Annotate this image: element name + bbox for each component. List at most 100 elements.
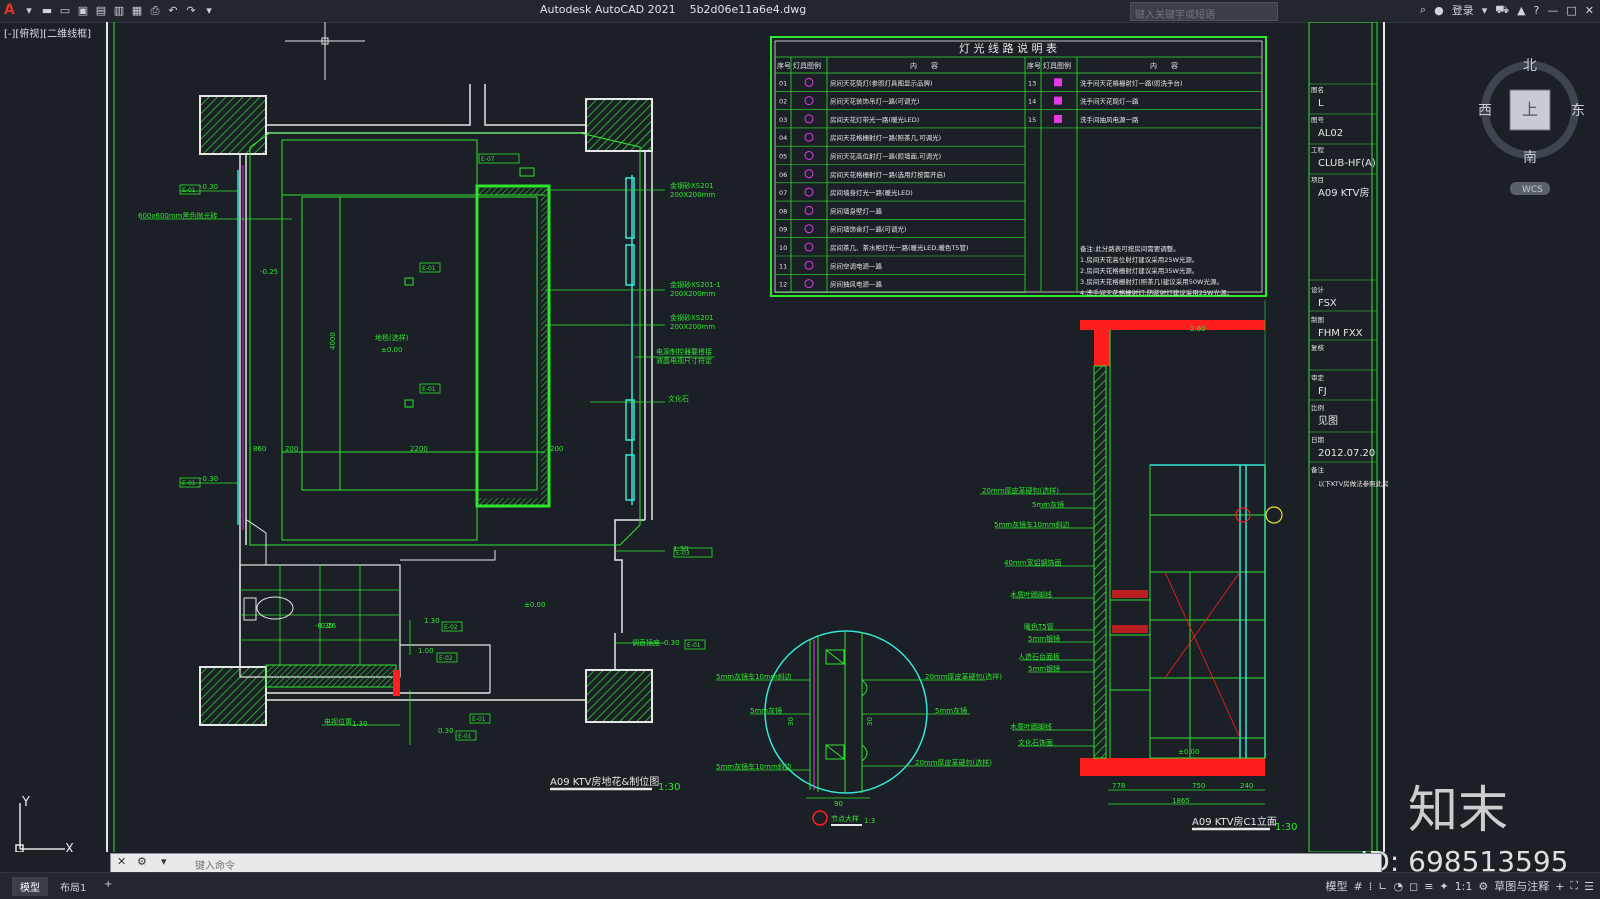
plot-icon[interactable]: ▦ [130,4,144,18]
table-row-number: 13 [1028,79,1036,87]
ucs-y-label: Y [21,795,30,810]
user-icon[interactable]: ● [1434,4,1444,17]
tab-layout1[interactable]: 布局1 [52,877,94,896]
window-controls: ⌕ ● 登录 ▾ ⛟ ▲ ? — □ ✕ [1420,2,1594,18]
table-row-content: 房间墙身灯光一路(暖光LED) [830,188,913,197]
redo-icon[interactable]: ↷ [184,4,198,18]
plan-label: 电视位置 [324,717,352,726]
app-icon[interactable]: ▲ [1517,4,1525,17]
plan-dim: 200 [550,445,563,453]
model-space-button[interactable]: 模型 [1326,878,1348,894]
status-toolbar: 模型 # ⁞ ∟ ◔ ◻ ≡ ✦ 1:1 ⚙ 草图与注释 + ⛶ ☰ [1326,878,1595,894]
add-layout-icon[interactable]: + [96,877,120,892]
detail-title: 节点大样 [831,814,859,823]
table-row-content: 洗手间天花筒灯一路 [1080,97,1139,106]
table-row-number: 01 [779,79,787,87]
tag: E-07 [481,156,495,163]
table-header: 序号 [1027,61,1041,70]
outlet-icon [404,277,414,286]
lighting-table: 灯 光 线 路 说 明 表 序号 灯具图例 内 容 序号 灯具图例 内 容 01… [770,36,1267,297]
polar-icon[interactable]: ◔ [1393,880,1403,893]
table-row-content: 房间天花筒灯(参照灯具图显示品牌) [830,78,933,87]
wrench-icon[interactable]: ⚙ [137,855,147,868]
gear-icon[interactable]: ⚙ [1478,880,1488,893]
plan-label: 金钢砂XS201-1 [670,280,721,289]
search-box[interactable] [1130,2,1279,23]
table-row-content: 房间天花高位射灯一路(照墙面,可调光) [830,152,941,161]
fullscreen-icon[interactable]: ⛶ [1570,879,1578,893]
light-symbol-icon [1054,78,1062,87]
plan-level: 1.00 [418,647,434,655]
menu-icon[interactable]: ☰ [1584,880,1594,893]
column-top-left [199,95,267,155]
tab-model[interactable]: 模型 [12,877,48,896]
workspace-button[interactable]: 草图与注释 [1494,878,1549,894]
plan-title: A09 KTV房地花&制位图 [550,775,659,788]
titleblock-label: 图号 [1311,116,1325,124]
login-link[interactable]: 登录 [1452,2,1474,18]
maximize-icon[interactable]: □ [1566,4,1576,17]
minimize-icon[interactable]: — [1547,4,1558,17]
drawing-canvas[interactable]: Y X 600x600mm黑色抛光砖 地毯(选样) ±0.00 金钢砂XS201… [0,22,1600,852]
print-icon[interactable]: ⎙ [148,4,162,18]
plan-label: 文化石 [668,394,689,403]
snap-icon[interactable]: ⁞ [1369,880,1373,893]
column-bottom-left [199,666,267,726]
light-symbol-icon [804,96,814,106]
titleblock-value: L [1318,98,1324,109]
exchange-icon[interactable]: ⛟ [1495,3,1509,18]
tv-wall-hatch [541,190,547,500]
detail-dim: 90 [834,800,843,808]
tag: E-01 [182,187,196,194]
detail-scale: 1:3 [864,817,875,825]
publish-icon[interactable]: ▥ [112,4,126,18]
plan-scale: 1:30 [658,782,680,793]
elev-label: 文化石饰面 [1018,738,1053,747]
quick-access-toolbar: ▾ ▬ ▭ ▣ ▤ ▥ ▦ ⎙ ↶ ↷ ▾ [22,3,216,19]
menu-chevron-icon[interactable]: ▾ [22,4,36,18]
plus-icon[interactable]: + [1555,880,1564,893]
light-symbol-icon [804,242,814,252]
viewcube[interactable]: 上 北 南 西 东 WCS [1478,58,1585,195]
ortho-icon[interactable]: ∟ [1378,880,1387,893]
elev-dim: 750 [1192,782,1205,790]
save-icon[interactable]: ▣ [76,4,90,18]
undo-icon[interactable]: ↶ [166,4,180,18]
help-icon[interactable]: ? [1534,4,1540,17]
titleblock-label: 比例 [1311,403,1324,412]
detail-marker-icon [812,810,828,826]
scale-button[interactable]: 1:1 [1455,880,1473,893]
compass-east: 东 [1571,103,1585,119]
table-row-content: 房间天花装饰吊灯一路(可调光) [830,97,920,106]
light-symbol-icon [804,132,814,142]
command-line[interactable]: ✕ ⚙ ▾ [110,853,1382,874]
elev-label: 5mm灰镜车10mm斜边 [994,520,1070,529]
search-icon[interactable]: ⌕ [1420,3,1426,17]
elev-label: 人造石台面板 [1018,652,1060,661]
grid-icon[interactable]: # [1354,880,1363,893]
table-row-content: 洗手间天花格栅射灯一路(照洗手台) [1080,78,1183,87]
cart-icon[interactable]: ▾ [1482,4,1488,17]
light-symbol-icon [1054,114,1062,123]
status-bar: 模型 布局1 + 模型 # ⁞ ∟ ◔ ◻ ≡ ✦ 1:1 ⚙ 草图与注释 + … [0,872,1600,899]
close-command-icon[interactable]: ✕ [117,855,126,868]
light-symbol-icon [804,187,814,197]
titleblock-value: FSX [1318,298,1337,309]
search-input[interactable] [1131,8,1279,23]
column-bottom-right [585,669,653,723]
save-as-icon[interactable]: ▤ [94,4,108,18]
detail-label: 5mm灰镜车10mm斜边 [716,762,792,771]
customize-icon[interactable]: ▾ [202,4,216,18]
elevation-title: A09 KTV房C1立面 [1192,815,1277,828]
ucs-x-label: X [65,842,74,852]
annotation-icon[interactable]: ✦ [1439,880,1448,893]
command-history-icon[interactable]: ▾ [161,855,167,868]
close-icon[interactable]: ✕ [1585,4,1594,17]
light-symbol-icon [1054,96,1062,105]
new-file-icon[interactable]: ▬ [40,4,54,18]
lineweight-icon[interactable]: ≡ [1424,880,1433,893]
osnap-icon[interactable]: ◻ [1409,880,1418,893]
autocad-logo-icon[interactable]: A [4,2,15,18]
open-folder-icon[interactable]: ▭ [58,4,72,18]
table-row-number: 10 [779,244,787,252]
